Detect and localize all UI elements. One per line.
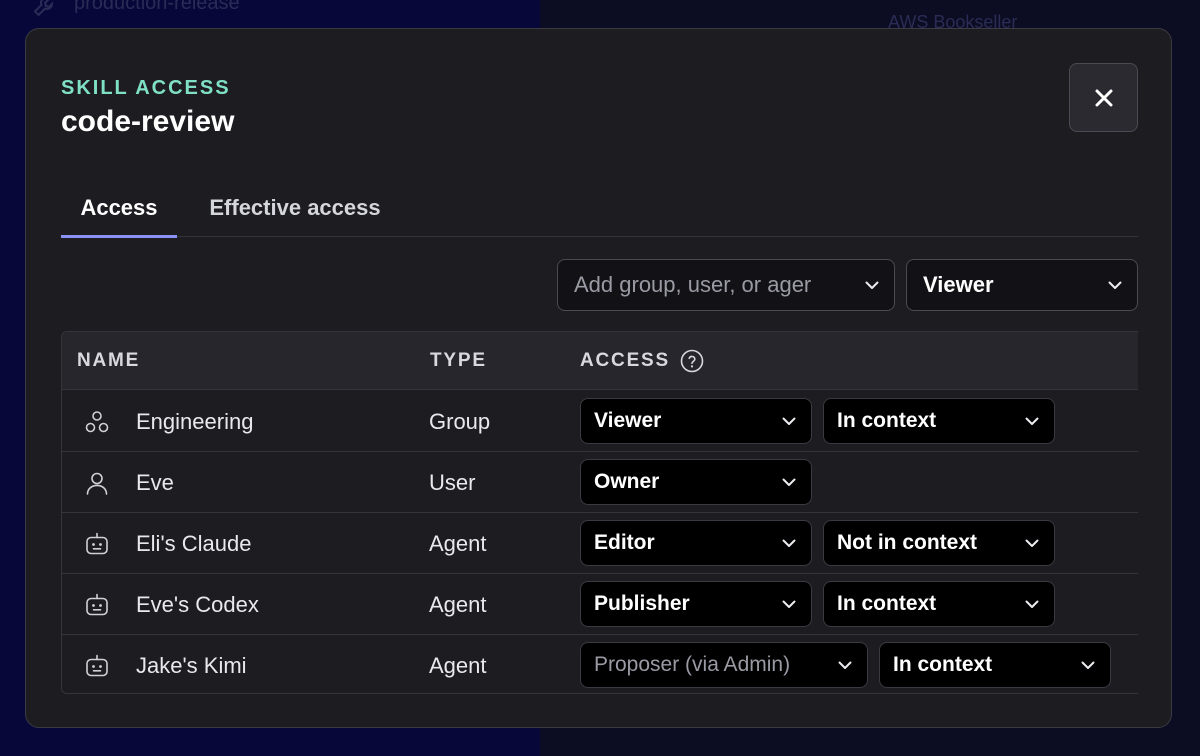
dialog-title: code-review [61,105,235,138]
context-value: Not in context [837,531,977,554]
column-header-name: NAME [77,350,141,371]
group-icon [84,409,110,435]
chevron-down-icon [767,582,811,626]
access-role-value: Publisher [594,592,690,615]
member-type: Agent [429,591,487,617]
member-name: Jake's Kimi [136,652,247,678]
access-role-select[interactable]: Proposer (via Admin) [580,642,868,688]
context-select[interactable]: In context [823,581,1055,627]
chevron-down-icon [1066,643,1110,687]
help-icon[interactable] [680,349,704,373]
tab-effective-access[interactable]: Effective access [197,179,393,237]
table-row: Eli's Claude Agent Editor Not in context [62,513,1138,574]
chevron-down-icon [1010,582,1054,626]
access-role-select[interactable]: Owner [580,459,812,505]
member-type: Group [429,408,491,434]
chevron-down-icon [1093,260,1137,310]
chevron-down-icon [767,521,811,565]
access-role-value: Owner [594,470,660,493]
chevron-down-icon [1010,521,1054,565]
context-value: In context [837,592,937,615]
member-name: Eli's Claude [136,530,252,556]
tab-access[interactable]: Access [61,179,177,238]
column-header-access: ACCESS [580,350,670,371]
table-row: Jake's Kimi Agent Proposer (via Admin) I… [62,635,1138,693]
chevron-down-icon [823,643,867,687]
access-role-value: Editor [594,531,655,554]
context-select[interactable]: In context [823,398,1055,444]
member-type: User [429,469,476,495]
wrench-icon [33,0,54,17]
access-role-select[interactable]: Editor [580,520,812,566]
dialog-eyebrow: SKILL ACCESS [61,77,231,99]
access-role-select[interactable]: Viewer [580,398,812,444]
table-row: Eve's Codex Agent Publisher In context [62,574,1138,635]
member-type: Agent [429,530,487,556]
skill-access-dialog: SKILL ACCESS code-review Access Effectiv… [25,28,1172,728]
table-row: Eve User Owner [62,452,1138,513]
context-value: In context [837,409,937,432]
access-role-select[interactable]: Publisher [580,581,812,627]
context-select[interactable]: In context [879,642,1111,688]
tab-bar: Access Effective access [61,179,1138,238]
member-name: Eve's Codex [136,591,259,617]
user-icon [84,470,110,496]
access-role-value: Proposer (via Admin) [594,653,791,676]
table-row: Engineering Group Viewer In context [62,391,1138,452]
access-table: NAME TYPE ACCESS Engineering Group Viewe… [61,331,1138,694]
chevron-down-icon [1010,399,1054,443]
close-button[interactable] [1069,63,1138,132]
add-member-placeholder: Add group, user, or ager [574,272,812,297]
member-name: Eve [136,469,174,495]
access-role-value: Viewer [594,409,662,432]
agent-icon [84,592,110,618]
table-header: NAME TYPE ACCESS [62,332,1138,390]
context-value: In context [893,653,993,676]
new-member-role-select[interactable]: Viewer [906,259,1138,311]
member-name: Engineering [136,408,254,434]
new-member-role-value: Viewer [923,272,994,297]
context-select[interactable]: Not in context [823,520,1055,566]
agent-icon [84,653,110,679]
member-type: Agent [429,652,487,678]
chevron-down-icon [767,399,811,443]
chevron-down-icon [767,460,811,504]
chevron-down-icon [850,260,894,310]
agent-icon [84,531,110,557]
column-header-type: TYPE [430,350,487,371]
background-item-label: production-release [74,0,240,14]
add-member-combobox[interactable]: Add group, user, or ager [557,259,895,311]
column-header-access-wrap: ACCESS [580,332,704,390]
close-icon [1095,89,1112,106]
